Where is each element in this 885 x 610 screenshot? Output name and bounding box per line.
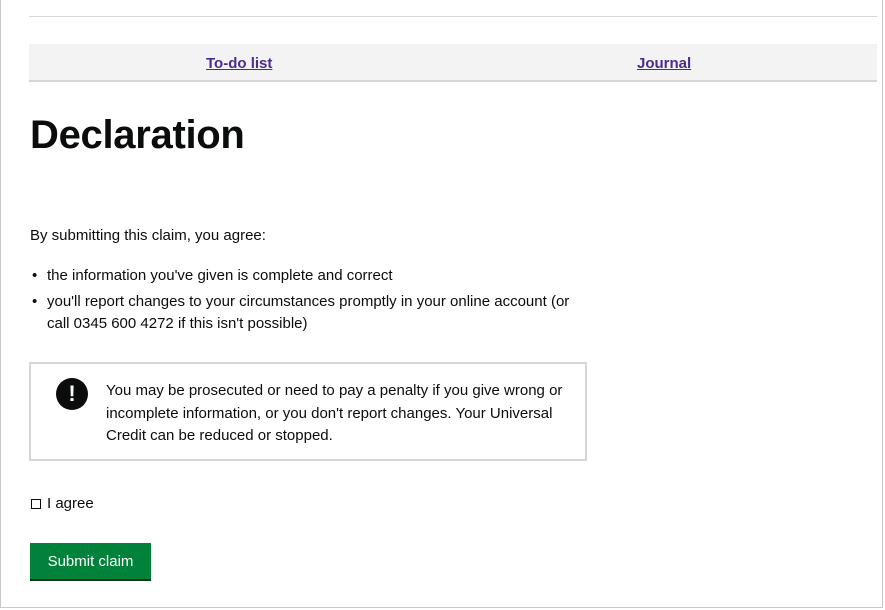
nav-link-journal[interactable]: Journal [637,55,691,72]
list-item: • you'll report changes to your circumst… [30,291,570,336]
warning-panel: ! You may be prosecuted or need to pay a… [29,362,587,461]
bullet-icon: • [32,267,38,284]
page-title: Declaration [30,113,245,157]
agree-checkbox[interactable] [31,498,41,509]
list-item-text: you'll report changes to your circumstan… [47,292,570,333]
exclamation-icon: ! [56,378,88,410]
list-item: • the information you've given is comple… [30,265,570,288]
declaration-list: • the information you've given is comple… [30,265,570,339]
agree-checkbox-field[interactable]: I agree [31,495,94,512]
bullet-icon: • [32,292,38,310]
list-item-text: the information you've given is complete… [47,267,393,284]
warning-text: You may be prosecuted or need to pay a p… [106,382,563,444]
agree-label: I agree [47,495,94,512]
declaration-intro: By submitting this claim, you agree: [30,227,266,244]
top-navigation: To-do list Journal [29,44,877,82]
submit-claim-button[interactable]: Submit claim [30,543,151,579]
top-divider [29,16,877,17]
nav-link-todo-list[interactable]: To-do list [206,55,272,72]
